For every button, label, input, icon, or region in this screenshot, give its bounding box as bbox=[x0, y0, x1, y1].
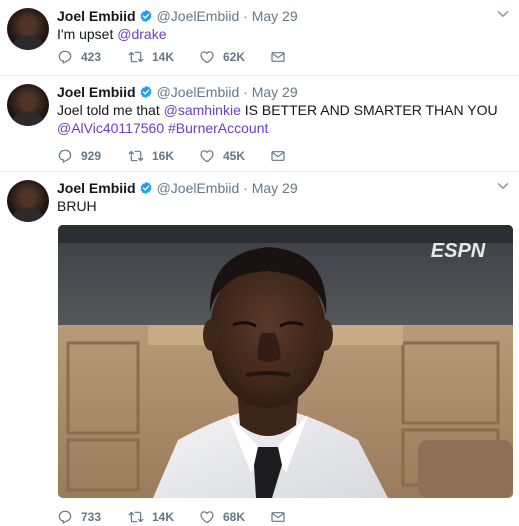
verified-badge-icon bbox=[140, 181, 152, 195]
reply-icon bbox=[58, 50, 72, 64]
tweet[interactable]: Joel Embiid @JoelEmbiid · May 29 I'm upse… bbox=[0, 0, 519, 76]
tweet-actions: 733 14K 68K bbox=[57, 508, 286, 526]
text-segment: BRUH bbox=[57, 198, 97, 214]
tweet-text: BRUH bbox=[57, 197, 507, 215]
retweet-button[interactable]: 14K bbox=[128, 509, 199, 525]
like-button[interactable]: 45K bbox=[199, 148, 270, 164]
verified-badge-icon bbox=[140, 9, 152, 23]
tweet-date[interactable]: May 29 bbox=[252, 84, 298, 100]
reply-button[interactable]: 423 bbox=[57, 49, 128, 65]
retweet-count: 14K bbox=[152, 510, 175, 524]
tweet[interactable]: Joel Embiid @JoelEmbiid · May 29 Joel tol… bbox=[0, 76, 519, 172]
tweet-header: Joel Embiid @JoelEmbiid · May 29 bbox=[57, 83, 298, 101]
like-count: 45K bbox=[223, 149, 246, 163]
retweet-icon bbox=[128, 51, 144, 63]
text-segment: IS BETTER AND SMARTER THAN YOU bbox=[240, 102, 498, 118]
tweet-header: Joel Embiid @JoelEmbiid · May 29 bbox=[57, 179, 298, 197]
mention-link[interactable]: @drake bbox=[117, 26, 166, 42]
tweet-date[interactable]: May 29 bbox=[252, 180, 298, 196]
display-name[interactable]: Joel Embiid bbox=[57, 180, 136, 196]
mention-link[interactable]: @samhinkie bbox=[164, 102, 241, 118]
tweet-date[interactable]: May 29 bbox=[252, 8, 298, 24]
retweet-count: 14K bbox=[152, 50, 175, 64]
envelope-icon bbox=[271, 151, 285, 161]
direct-message-button[interactable] bbox=[270, 509, 286, 525]
media-scene: ESPN bbox=[58, 225, 513, 498]
tweet-media-image[interactable]: ESPN bbox=[58, 225, 513, 498]
reply-button[interactable]: 929 bbox=[57, 148, 128, 164]
avatar[interactable] bbox=[7, 180, 49, 222]
hashtag-link[interactable]: #BurnerAccount bbox=[168, 120, 268, 136]
text-segment: I'm upset bbox=[57, 26, 118, 42]
reply-button[interactable]: 733 bbox=[57, 509, 128, 525]
reply-count: 929 bbox=[81, 149, 102, 163]
heart-icon bbox=[200, 51, 214, 64]
reply-count: 423 bbox=[81, 50, 102, 64]
avatar[interactable] bbox=[7, 84, 49, 126]
display-name[interactable]: Joel Embiid bbox=[57, 84, 136, 100]
separator-dot: · bbox=[243, 8, 248, 24]
reply-icon bbox=[58, 510, 72, 524]
avatar[interactable] bbox=[7, 8, 49, 50]
mention-link[interactable]: @AlVic40117560 bbox=[57, 120, 164, 136]
reply-count: 733 bbox=[81, 510, 102, 524]
tweet-text: I'm upset @drake bbox=[57, 25, 507, 43]
retweet-icon bbox=[128, 150, 144, 162]
separator-dot: · bbox=[243, 84, 248, 100]
direct-message-button[interactable] bbox=[270, 49, 286, 65]
direct-message-button[interactable] bbox=[270, 148, 286, 164]
tweet-header: Joel Embiid @JoelEmbiid · May 29 bbox=[57, 7, 298, 25]
retweet-count: 16K bbox=[152, 149, 175, 163]
like-count: 68K bbox=[223, 510, 246, 524]
retweet-button[interactable]: 16K bbox=[128, 148, 199, 164]
separator-dot: · bbox=[243, 180, 248, 196]
retweet-icon bbox=[128, 511, 144, 523]
like-button[interactable]: 68K bbox=[199, 509, 270, 525]
reply-icon bbox=[58, 149, 72, 163]
text-segment: Joel told me that bbox=[57, 102, 164, 118]
chevron-down-icon[interactable] bbox=[497, 180, 509, 192]
tweet-text: Joel told me that @samhinkie IS BETTER A… bbox=[57, 101, 507, 137]
tweet-actions: 423 14K 62K bbox=[57, 48, 286, 66]
user-handle[interactable]: @JoelEmbiid bbox=[157, 84, 240, 100]
heart-icon bbox=[200, 511, 214, 524]
like-count: 62K bbox=[223, 50, 246, 64]
user-handle[interactable]: @JoelEmbiid bbox=[157, 180, 240, 196]
verified-badge-icon bbox=[140, 85, 152, 99]
envelope-icon bbox=[271, 512, 285, 522]
like-button[interactable]: 62K bbox=[199, 49, 270, 65]
heart-icon bbox=[200, 150, 214, 163]
envelope-icon bbox=[271, 52, 285, 62]
chevron-down-icon[interactable] bbox=[497, 8, 509, 20]
tweet-actions: 929 16K 45K bbox=[57, 147, 286, 165]
display-name[interactable]: Joel Embiid bbox=[57, 8, 136, 24]
espn-watermark: ESPN bbox=[431, 240, 486, 262]
retweet-button[interactable]: 14K bbox=[128, 49, 199, 65]
tweet[interactable]: Joel Embiid @JoelEmbiid · May 29 BRUH ES… bbox=[0, 172, 519, 526]
user-handle[interactable]: @JoelEmbiid bbox=[157, 8, 240, 24]
